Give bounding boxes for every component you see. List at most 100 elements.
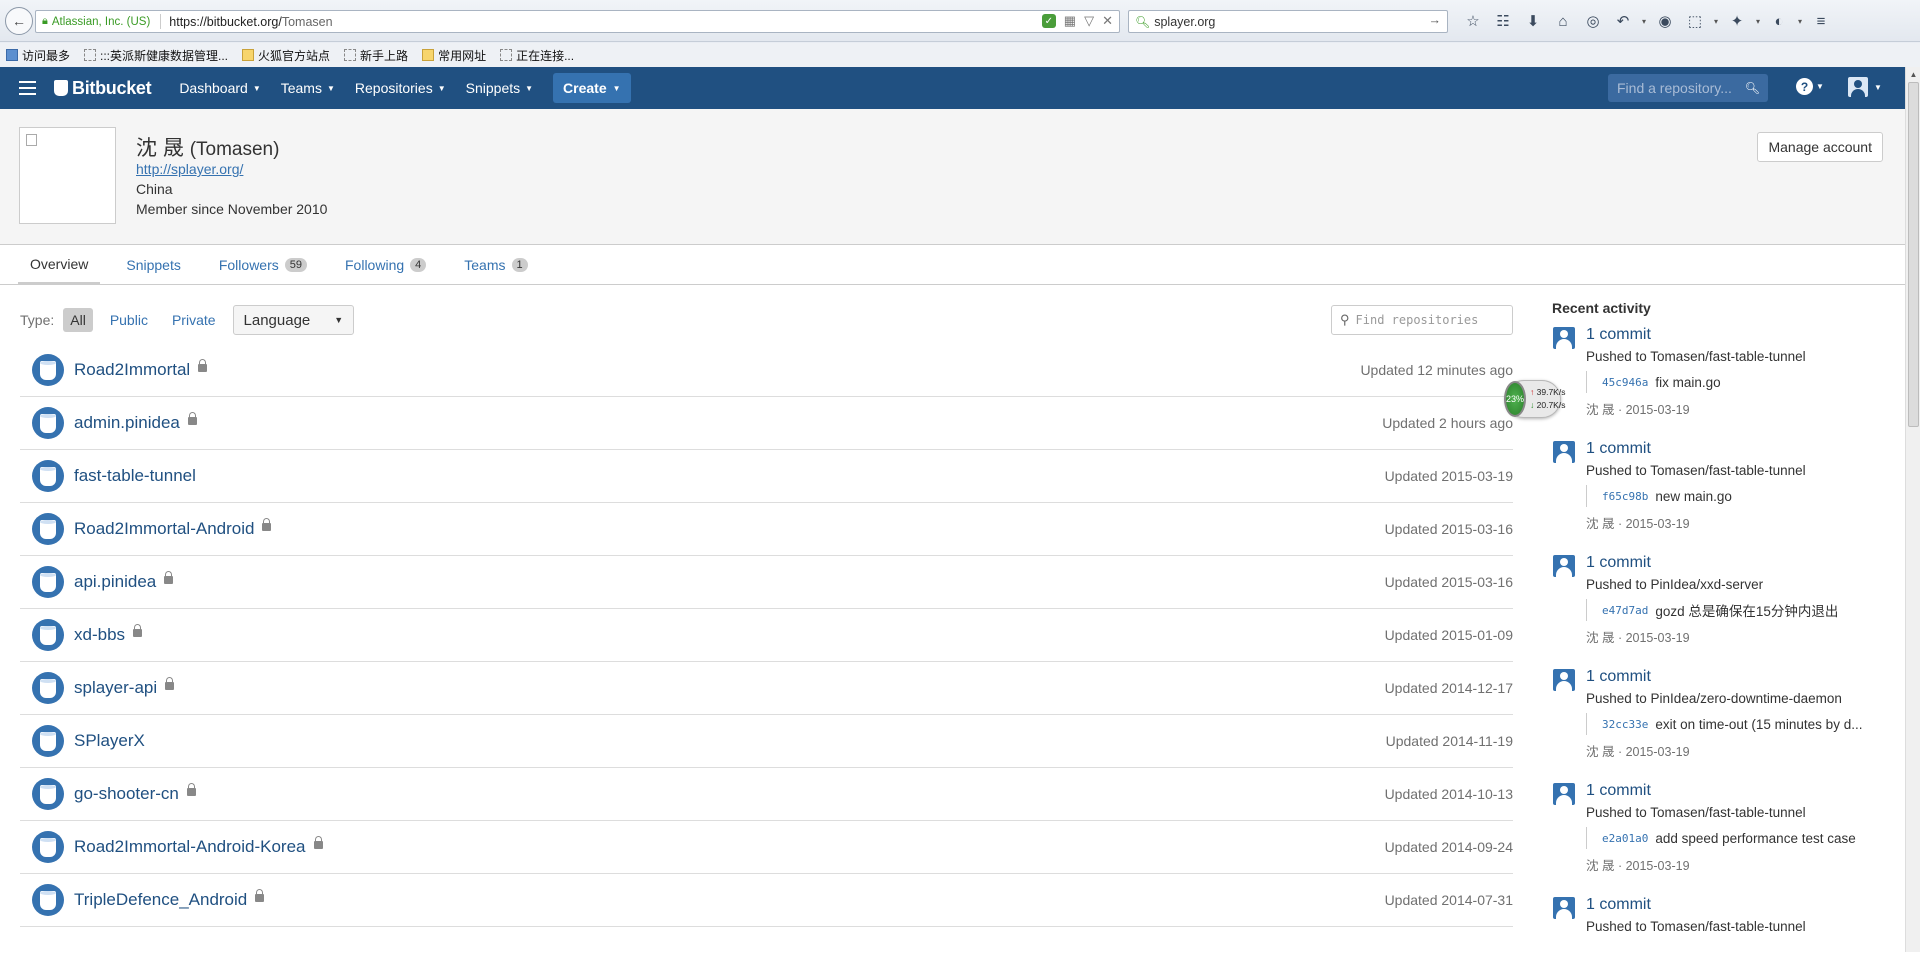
user-avatar-icon[interactable] [1553,441,1575,463]
chat-icon[interactable]: ◎ [1578,10,1608,32]
activity-title-link[interactable]: 1 commit [1586,325,1887,345]
repo-name-link[interactable]: TripleDefence_Android [74,890,247,910]
bookmark-item[interactable]: :::英派斯健康数据管理... [84,47,236,64]
crop-icon[interactable]: ⬚ [1680,10,1710,32]
repository-search-input[interactable]: Find a repository... 🔍︎ [1608,74,1768,102]
commit-hash-link[interactable]: e47d7ad [1602,604,1648,617]
bookmark-item[interactable]: 新手上路 [344,47,416,64]
scrollbar-thumb[interactable] [1908,82,1919,427]
activity-title-link[interactable]: 1 commit [1586,553,1887,573]
repo-row[interactable]: Road2Immortal Updated 12 minutes ago [20,344,1513,397]
commit-hash-link[interactable]: 32cc33e [1602,718,1648,731]
repo-row[interactable]: splayer-api Updated 2014-12-17 [20,662,1513,715]
bookmark-item[interactable]: 正在连接... [500,47,582,64]
comment-icon[interactable]: ◉ [1650,10,1680,32]
repo-name-link[interactable]: xd-bbs [74,625,125,645]
repo-row[interactable]: fast-table-tunnel Updated 2015-03-19 [20,450,1513,503]
reading-list-icon[interactable]: ☷ [1488,10,1518,32]
repository-icon[interactable] [32,407,64,439]
language-select[interactable]: Language ▼ [232,305,355,335]
hamburger-menu-icon[interactable] [0,67,54,109]
dropdown-icon[interactable]: ▽ [1084,13,1094,29]
extension-dropdown-icon[interactable]: ▾ [1752,17,1764,26]
repository-icon[interactable] [32,354,64,386]
address-bar[interactable]: 🔒︎ Atlassian, Inc. (US) https://bitbucke… [35,10,1120,33]
help-button[interactable]: ? ▼ [1796,78,1824,95]
repo-row[interactable]: Road2Immortal-Android-Korea Updated 2014-… [20,821,1513,874]
user-avatar-icon[interactable] [1553,555,1575,577]
create-button[interactable]: Create ▼ [553,73,631,103]
network-speed-widget[interactable]: 23% ↑ 39.7K/s ↓ 20.7K/s [1504,380,1565,418]
profile-website-link[interactable]: http://splayer.org/ [136,161,243,177]
user-avatar-icon[interactable] [1553,897,1575,919]
activity-title-link[interactable]: 1 commit [1586,781,1887,801]
repository-icon[interactable] [32,725,64,757]
commit-hash-link[interactable]: f65c98b [1602,490,1648,503]
search-go-icon[interactable]: → [1429,13,1442,27]
repo-row[interactable]: api.pinidea Updated 2015-03-16 [20,556,1513,609]
bookmark-item[interactable]: 火狐官方站点 [242,47,338,64]
repo-name-link[interactable]: SPlayerX [74,731,145,751]
repo-row[interactable]: xd-bbs Updated 2015-01-09 [20,609,1513,662]
nav-teams[interactable]: Teams ▼ [271,80,345,96]
filter-private[interactable]: Private [165,308,223,332]
nav-dashboard[interactable]: Dashboard ▼ [169,80,270,96]
repo-name-link[interactable]: Road2Immortal [74,360,190,380]
repository-icon[interactable] [32,778,64,810]
repository-icon[interactable] [32,460,64,492]
bookmark-item[interactable]: 常用网址 [422,47,494,64]
star-icon[interactable]: ☆ [1458,10,1488,32]
repo-name-link[interactable]: api.pinidea [74,572,156,592]
repository-icon[interactable] [32,513,64,545]
user-menu-button[interactable]: ▼ [1848,77,1882,97]
download-icon[interactable]: ⬇ [1518,10,1548,32]
activity-title-link[interactable]: 1 commit [1586,667,1887,687]
filter-all[interactable]: All [63,308,93,332]
repo-name-link[interactable]: admin.pinidea [74,413,180,433]
repo-name-link[interactable]: go-shooter-cn [74,784,179,804]
user-avatar-icon[interactable] [1553,783,1575,805]
page-scrollbar[interactable]: ▲ [1905,67,1920,952]
commit-hash-link[interactable]: e2a01a0 [1602,832,1648,845]
globe-dropdown-icon[interactable]: ▾ [1794,17,1806,26]
menu-icon[interactable]: ≡ [1806,10,1836,32]
tab-overview[interactable]: Overview [18,245,101,285]
stop-icon[interactable]: ✕ [1102,13,1113,29]
manage-account-button[interactable]: Manage account [1757,132,1883,162]
find-repositories-input[interactable]: ⚲ Find repositories [1331,305,1513,335]
repo-row[interactable]: SPlayerX Updated 2014-11-19 [20,715,1513,768]
tab-snippets[interactable]: Snippets [114,245,192,285]
repo-name-link[interactable]: Road2Immortal-Android [74,519,254,539]
tab-followers[interactable]: Followers 59 [207,245,319,285]
commit-hash-link[interactable]: 45c946a [1602,376,1648,389]
repo-name-link[interactable]: splayer-api [74,678,157,698]
activity-title-link[interactable]: 1 commit [1586,895,1887,915]
shield-icon[interactable]: ✓ [1041,14,1056,28]
repo-name-link[interactable]: Road2Immortal-Android-Korea [74,837,306,857]
globe-icon[interactable]: ◐ [1764,10,1794,32]
repo-row[interactable]: TripleDefence_Android Updated 2014-07-31 [20,874,1513,927]
undo-icon[interactable]: ↶ [1608,10,1638,32]
back-button[interactable]: ← [5,7,33,35]
user-avatar-icon[interactable] [1553,669,1575,691]
tab-following[interactable]: Following 4 [333,245,438,285]
tab-teams[interactable]: Teams 1 [452,245,539,285]
qr-code-icon[interactable]: ▦ [1064,13,1076,29]
bitbucket-logo[interactable]: Bitbucket [54,78,152,99]
repository-icon[interactable] [32,566,64,598]
nav-snippets[interactable]: Snippets ▼ [456,80,543,96]
repository-icon[interactable] [32,672,64,704]
crop-dropdown-icon[interactable]: ▾ [1710,17,1722,26]
url-text[interactable]: https://bitbucket.org/Tomasen [169,15,332,29]
user-avatar-icon[interactable] [1553,327,1575,349]
repo-row[interactable]: Road2Immortal-Android Updated 2015-03-16 [20,503,1513,556]
repo-name-link[interactable]: fast-table-tunnel [74,466,196,486]
activity-title-link[interactable]: 1 commit [1586,439,1887,459]
undo-dropdown-icon[interactable]: ▾ [1638,17,1650,26]
search-engine-icon[interactable]: 🔍︎ [1135,15,1150,29]
filter-public[interactable]: Public [103,308,155,332]
repo-row[interactable]: go-shooter-cn Updated 2014-10-13 [20,768,1513,821]
repository-icon[interactable] [32,884,64,916]
repository-icon[interactable] [32,831,64,863]
bookmark-item[interactable]: 访问最多 [6,47,78,64]
